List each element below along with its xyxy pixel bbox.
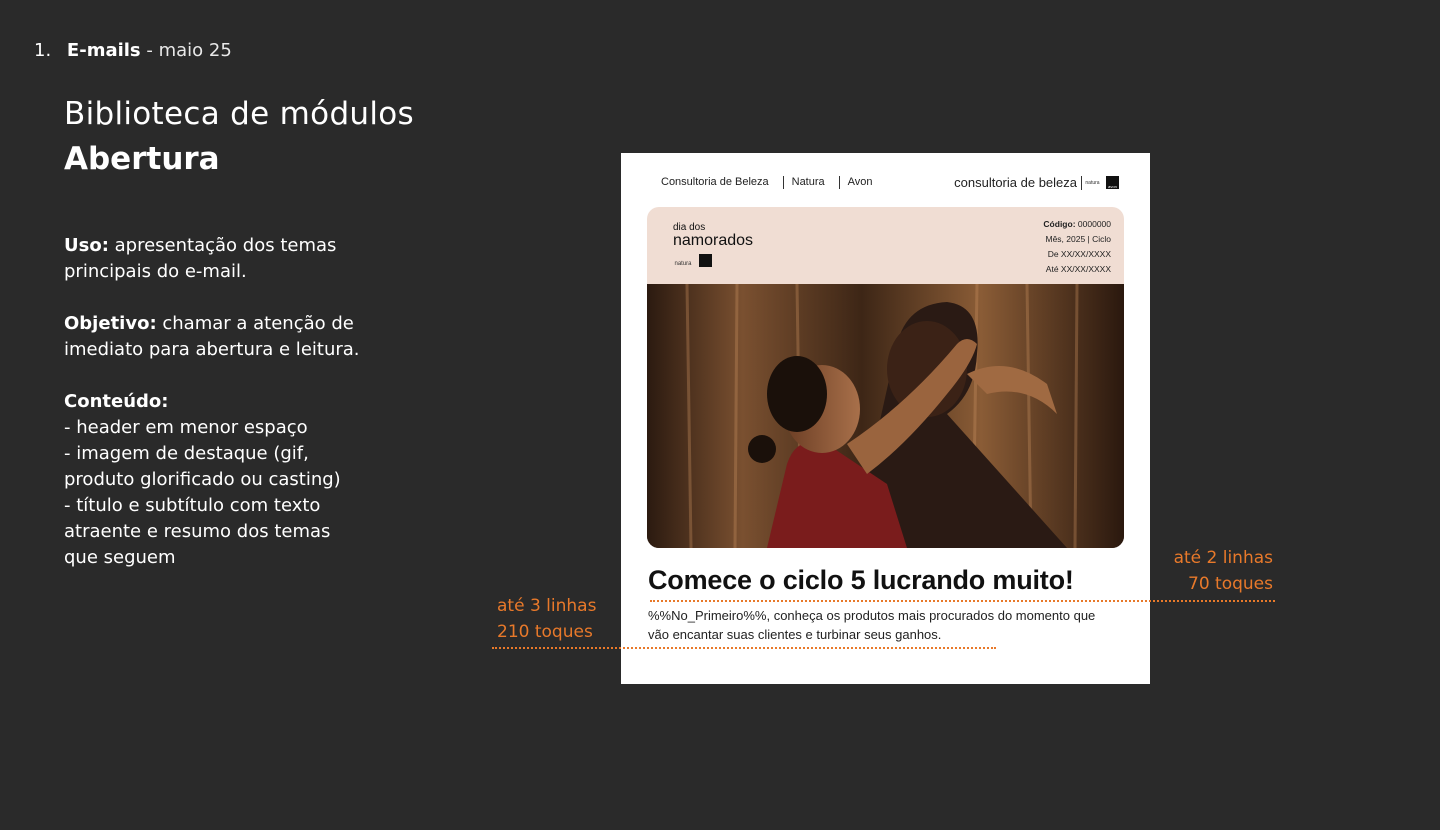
headline-limit-annotation: até 2 linhas 70 toques xyxy=(1174,545,1273,597)
body-lines-limit: até 3 linhas xyxy=(497,596,597,616)
objetivo-paragraph: Objetivo: chamar a atenção de imediato p… xyxy=(64,311,364,363)
avon-logo-icon: avon xyxy=(1106,176,1119,189)
campaign-banner: dia dos namorados natura Código: 0000000… xyxy=(647,207,1124,285)
body-chars-limit: 210 toques xyxy=(497,622,593,642)
natura-logo-icon: natura xyxy=(674,261,692,267)
section-number: 1. xyxy=(34,40,52,61)
nav-item-avon[interactable]: Avon xyxy=(848,176,873,189)
start-date-line: De XX/XX/XXXX xyxy=(1047,249,1111,259)
nav-item-consultoria[interactable]: Consultoria de Beleza xyxy=(661,176,769,189)
body-dotted-guide xyxy=(492,647,996,649)
campaign-big-text: namorados xyxy=(673,232,754,249)
library-title: Biblioteca de módulos xyxy=(64,96,414,132)
body-limit-annotation: até 3 linhas 210 toques xyxy=(497,593,596,645)
email-nav: Consultoria de Beleza Natura Avon xyxy=(661,176,873,189)
brand-logo: consultoria de beleza natura avon xyxy=(954,175,1119,190)
nav-item-natura[interactable]: Natura xyxy=(792,176,825,189)
cycle-line: Mês, 2025 | Ciclo xyxy=(1045,234,1111,244)
campaign-logo: dia dos namorados natura xyxy=(673,222,753,267)
section-title: E-mails xyxy=(66,40,141,61)
conteudo-item: - header em menor espaço xyxy=(64,417,308,438)
banner-brand-logos: natura xyxy=(673,254,753,267)
end-date-line: Até XX/XX/XXXX xyxy=(1045,264,1111,274)
natura-logo-icon: natura xyxy=(1081,175,1103,190)
brand-mini-logos: natura avon xyxy=(1081,175,1119,190)
nav-divider xyxy=(838,176,840,189)
email-body: %%No_Primeiro%%, conheça os produtos mai… xyxy=(648,608,1096,642)
objetivo-label: Objetivo: xyxy=(64,313,157,334)
library-subtitle: Abertura xyxy=(64,141,220,177)
hero-illustration xyxy=(647,284,1124,548)
uso-paragraph: Uso: apresentação dos temas principais d… xyxy=(64,233,364,285)
code-value: 0000000 xyxy=(1077,219,1111,229)
headline-dotted-guide xyxy=(650,600,1275,602)
headline-lines-limit: até 2 linhas xyxy=(1173,548,1273,568)
campaign-meta: Código: 0000000 Mês, 2025 | Ciclo De XX/… xyxy=(1043,217,1111,277)
hero-image xyxy=(647,284,1124,548)
section-suffix: - maio 25 xyxy=(146,40,232,61)
brand-text: consultoria de beleza xyxy=(954,175,1077,190)
section-heading: 1. E-mails - maio 25 xyxy=(34,40,232,61)
conteudo-block: Conteúdo: - header em menor espaço - ima… xyxy=(64,389,364,571)
email-preview: Consultoria de Beleza Natura Avon consul… xyxy=(621,153,1150,684)
uso-label: Uso: xyxy=(64,235,109,256)
conteudo-item: - título e subtítulo com texto atraente … xyxy=(64,495,331,568)
conteudo-label: Conteúdo: xyxy=(64,391,169,412)
code-label: Código: xyxy=(1043,219,1076,229)
conteudo-item: - imagem de destaque (gif, produto glori… xyxy=(64,443,341,490)
headline-chars-limit: 70 toques xyxy=(1188,574,1273,594)
avon-logo-icon xyxy=(699,254,712,267)
code-line: Código: 0000000 xyxy=(1043,217,1111,232)
module-description: Uso: apresentação dos temas principais d… xyxy=(64,233,364,571)
email-headline: Comece o ciclo 5 lucrando muito! xyxy=(648,565,1074,595)
nav-divider xyxy=(782,176,784,189)
